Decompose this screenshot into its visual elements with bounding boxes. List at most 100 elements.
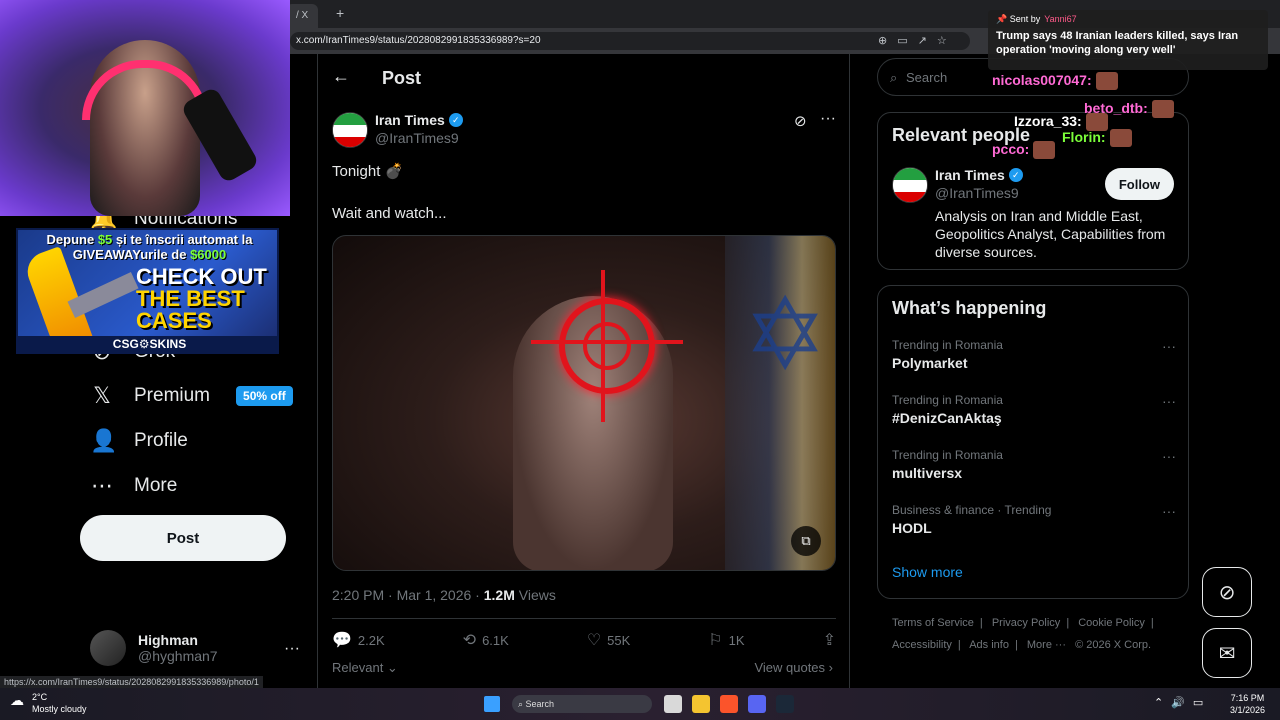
- post-more-icon[interactable]: ···: [820, 110, 836, 128]
- star-of-david-icon: ✡: [743, 279, 827, 391]
- reply-button[interactable]: 💬 2.2K: [332, 630, 385, 650]
- ads-info-link[interactable]: Ads info: [969, 639, 1009, 651]
- footer-more-link[interactable]: More ···: [1027, 639, 1066, 651]
- post-image[interactable]: ✡ ⧉: [332, 235, 836, 571]
- search-icon: ⌕: [890, 70, 898, 85]
- windows-start-icon[interactable]: [484, 696, 500, 712]
- rifle-graphic: [67, 272, 139, 318]
- relevant-person-name-text: Iran Times: [935, 167, 1005, 183]
- author-handle[interactable]: @IranTimes9: [375, 130, 459, 146]
- stream-alert-notification: 📌 Sent by Yanni67 Trump says 48 Iranian l…: [988, 10, 1268, 70]
- search-placeholder: Search: [906, 70, 948, 85]
- copyright: © 2026 X Corp.: [1075, 639, 1152, 651]
- bookmark-button[interactable]: ⚐ 1K: [708, 630, 744, 650]
- crosshair-inner-ring: [583, 322, 631, 370]
- author-avatar[interactable]: [332, 112, 368, 148]
- taskbar-search-label: Search: [525, 699, 555, 709]
- network-icon[interactable]: ▭: [1193, 696, 1203, 709]
- footer-links: Terms of Service | Privacy Policy | Cookie…: [892, 612, 1182, 656]
- compose-post-button[interactable]: Post: [80, 515, 286, 561]
- follow-button[interactable]: Follow: [1104, 168, 1174, 200]
- relevant-person-avatar[interactable]: [892, 167, 928, 203]
- url-field[interactable]: x.com/IranTimes9/status/2028082991835336…: [290, 32, 970, 50]
- view-quotes-link[interactable]: View quotes ›: [754, 660, 833, 675]
- trend-meta: Business & finance · Trending: [892, 503, 1052, 517]
- accessibility-link[interactable]: Accessibility: [892, 639, 952, 651]
- steam-icon[interactable]: [776, 695, 794, 713]
- whats-happening-title: What’s happening: [892, 298, 1047, 318]
- trend-more-icon[interactable]: ···: [1162, 393, 1176, 409]
- views-label: Views: [514, 587, 556, 603]
- repost-button[interactable]: ⟲ 6.1K: [463, 630, 509, 650]
- ad-amount: $6000: [190, 247, 227, 262]
- trend-item[interactable]: Trending in Romania #DenizCanAktaş ···: [892, 393, 1176, 426]
- show-more-link[interactable]: Show more: [892, 564, 963, 580]
- share-button[interactable]: ⇪: [823, 630, 836, 650]
- trend-meta: Trending in Romania: [892, 338, 1003, 352]
- trend-more-icon[interactable]: ···: [1162, 448, 1176, 464]
- verified-badge-icon: ✓: [1008, 168, 1023, 182]
- grok-explain-icon[interactable]: ⊘: [794, 112, 807, 130]
- grok-fab-icon[interactable]: ⊘: [1202, 567, 1252, 617]
- relevant-person-name[interactable]: Iran Times ✓: [935, 167, 1023, 183]
- zoom-icon[interactable]: ⊕: [878, 34, 887, 47]
- emote-icon: [1109, 129, 1132, 148]
- taskbar-clock[interactable]: 7:16 PM 3/1/2026: [1230, 692, 1265, 716]
- alert-sent-by-label: Sent by: [1009, 14, 1041, 24]
- trend-meta: Trending in Romania: [892, 448, 1003, 462]
- trend-item[interactable]: Business & finance · Trending HODL ···: [892, 503, 1176, 536]
- cookie-link[interactable]: Cookie Policy: [1078, 617, 1145, 629]
- more-circle-icon: ⋯: [91, 473, 113, 498]
- terms-link[interactable]: Terms of Service: [892, 617, 974, 629]
- trend-item[interactable]: Trending in Romania Polymarket ···: [892, 338, 1176, 371]
- nav-premium[interactable]: 𝕏 Premium 50% off: [90, 383, 293, 409]
- weather-temp: 2°C: [32, 692, 48, 702]
- author-name[interactable]: Iran Times ✓: [375, 112, 463, 128]
- account-handle: @hyghman7: [138, 648, 218, 664]
- taskbar-search[interactable]: ⌕ Search: [512, 695, 652, 713]
- chevron-up-icon[interactable]: ⌃: [1154, 696, 1163, 709]
- nav-profile[interactable]: 👤 Profile: [90, 428, 188, 454]
- weather-widget[interactable]: ☁ 2°C Mostly cloudy: [10, 691, 87, 715]
- nav-more[interactable]: ⋯ More: [90, 473, 177, 499]
- new-tab-icon[interactable]: +: [336, 5, 344, 21]
- image-edit-icon[interactable]: ⧉: [791, 526, 821, 556]
- reply-icon: 💬: [332, 632, 352, 649]
- trend-item[interactable]: Trending in Romania multiversx ···: [892, 448, 1176, 481]
- trend-more-icon[interactable]: ···: [1162, 338, 1176, 354]
- repost-icon: ⟲: [462, 632, 477, 649]
- x-logo-icon: 𝕏: [93, 383, 111, 408]
- ad-slogan-line: CASES: [136, 308, 212, 333]
- task-view-icon[interactable]: [664, 695, 682, 713]
- chat-message: pcco:: [992, 141, 1056, 160]
- discord-icon[interactable]: [748, 695, 766, 713]
- bookmark-star-icon[interactable]: ☆: [937, 34, 947, 47]
- back-arrow-icon[interactable]: ←: [332, 66, 350, 87]
- privacy-link[interactable]: Privacy Policy: [992, 617, 1060, 629]
- relevant-person-handle[interactable]: @IranTimes9: [935, 185, 1019, 201]
- speaker-icon[interactable]: 🔊: [1171, 696, 1185, 709]
- brave-browser-icon[interactable]: [720, 695, 738, 713]
- account-more-icon[interactable]: ···: [284, 640, 300, 658]
- cast-icon[interactable]: ▭: [897, 34, 907, 47]
- trend-more-icon[interactable]: ···: [1162, 503, 1176, 519]
- share-icon[interactable]: ↗: [918, 34, 927, 47]
- cloud-icon: ☁: [10, 692, 24, 708]
- ad-text: GIVEAWAYurile de: [72, 247, 191, 262]
- emote-icon: [1033, 141, 1056, 160]
- reply-sort-dropdown[interactable]: Relevant ⌄: [332, 660, 398, 676]
- bookmark-count: 1K: [728, 632, 745, 648]
- ad-headline: Depune $5 și te înscrii automat la GIVEA…: [18, 232, 277, 262]
- link-status-bar: https://x.com/IranTimes9/status/20280829…: [0, 676, 263, 688]
- chat-username: nicolas007047:: [992, 72, 1092, 88]
- nav-more-label: More: [134, 475, 178, 496]
- main-column: ← Post Iran Times ✓ @IranTimes9 ⊘ ··· To…: [318, 54, 850, 688]
- browser-tab[interactable]: / X: [286, 4, 319, 28]
- like-button[interactable]: ♡ 55K: [587, 630, 630, 650]
- file-explorer-icon[interactable]: [692, 695, 710, 713]
- messages-fab-icon[interactable]: ✉: [1202, 628, 1252, 678]
- streamer-webcam: [0, 0, 290, 216]
- flag-white-band: [333, 125, 367, 137]
- relevant-person-bio: Analysis on Iran and Middle East, Geopol…: [935, 208, 1166, 260]
- account-switcher[interactable]: Highman @hyghman7: [90, 630, 218, 666]
